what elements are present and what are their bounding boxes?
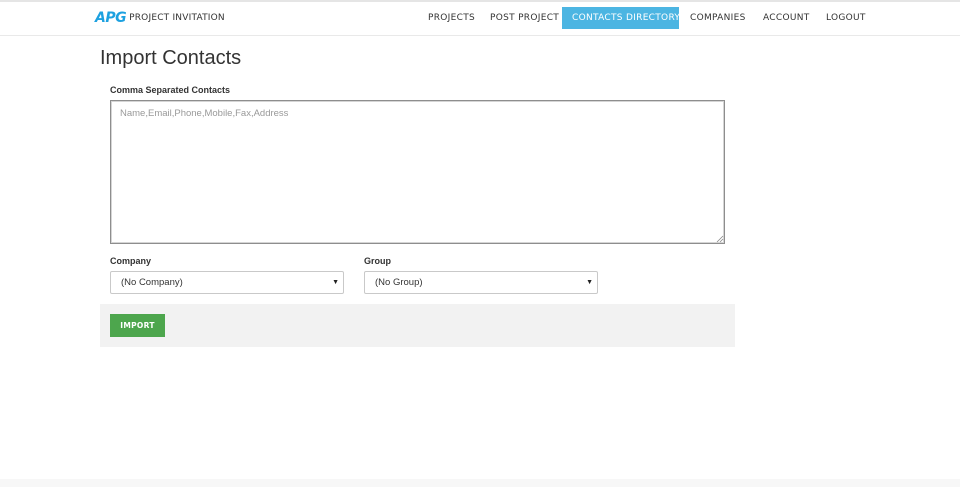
company-select-value: (No Company) — [121, 277, 183, 288]
footer — [0, 479, 960, 487]
group-select-value: (No Group) — [375, 277, 423, 288]
nav-item-logout[interactable]: LOGOUT — [826, 7, 866, 29]
group-select[interactable]: (No Group) ▼ — [364, 271, 598, 294]
top-navbar: APG PROJECT INVITATION PROJECTS POST PRO… — [0, 0, 960, 36]
nav-item-post-project[interactable]: POST PROJECT — [490, 7, 559, 29]
contacts-textarea[interactable] — [110, 100, 725, 244]
nav-item-contacts-directory[interactable]: CONTACTS DIRECTORY — [562, 7, 679, 29]
brand[interactable]: APG PROJECT INVITATION — [95, 10, 225, 26]
nav-item-projects[interactable]: PROJECTS — [428, 7, 475, 29]
nav-item-account[interactable]: ACCOUNT — [763, 7, 810, 29]
contacts-label: Comma Separated Contacts — [110, 85, 230, 95]
import-button[interactable]: IMPORT — [110, 314, 165, 337]
caret-down-icon: ▼ — [586, 272, 593, 293]
nav-item-companies[interactable]: COMPANIES — [690, 7, 746, 29]
company-select[interactable]: (No Company) ▼ — [110, 271, 344, 294]
group-label: Group — [364, 256, 391, 266]
resize-grip-icon[interactable] — [716, 235, 724, 243]
page-title: Import Contacts — [100, 47, 241, 70]
company-label: Company — [110, 256, 151, 266]
brand-logo[interactable]: APG — [95, 10, 126, 26]
form-actions: IMPORT — [100, 304, 735, 347]
brand-name[interactable]: PROJECT INVITATION — [129, 10, 225, 26]
caret-down-icon: ▼ — [332, 272, 339, 293]
